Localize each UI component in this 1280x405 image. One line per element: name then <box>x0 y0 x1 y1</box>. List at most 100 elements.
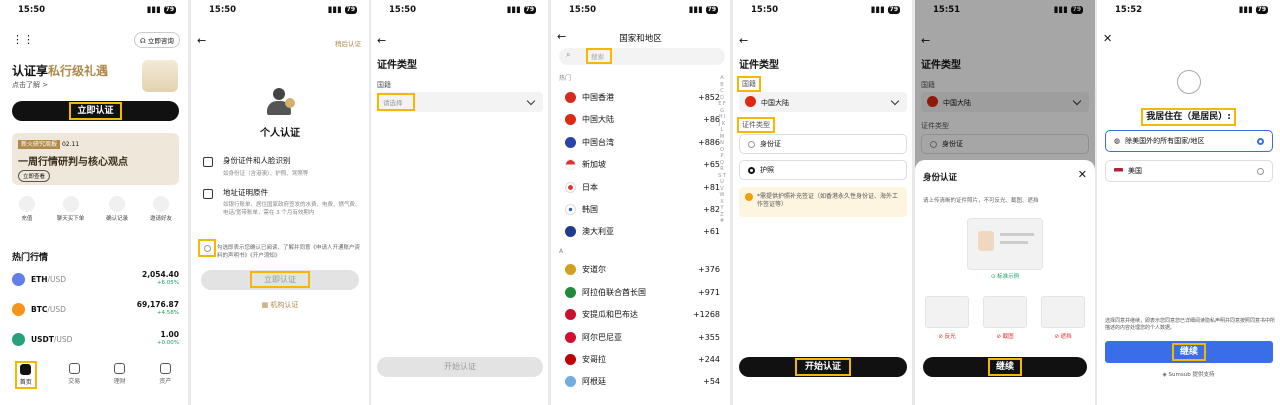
badge-icon <box>285 98 295 108</box>
id-verify-sheet: 身份认证 ✕ 请上传清晰的证件照片，不可反光、截图、遮挡 ⊙ 标准示例 ⊘ 反光… <box>915 160 1095 405</box>
close-icon[interactable]: ✕ <box>1103 32 1112 45</box>
nav-trade[interactable]: 交易 <box>68 363 80 387</box>
back-arrow-icon[interactable]: ← <box>377 34 386 47</box>
card-icon <box>62 196 79 212</box>
grid-menu-icon[interactable]: ⋮⋮ <box>12 33 34 46</box>
status-bar: 15:50 ▮▮▮ 79 <box>569 5 718 15</box>
residency-question: 我居住在（是居民）: <box>1097 104 1280 126</box>
home-icon <box>20 364 32 375</box>
option-non-us[interactable]: ◍ 除美国外的所有国家/地区 <box>1105 130 1273 152</box>
sumsub-logo-icon: ◈ <box>1162 372 1167 378</box>
country-row[interactable]: 安哥拉 +244 <box>565 354 720 365</box>
start-verify-button[interactable]: 开始认证 <box>739 357 907 377</box>
country-row[interactable]: 阿尔巴尼亚 +355 <box>565 332 720 343</box>
close-icon[interactable]: ✕ <box>1078 168 1087 181</box>
country-row[interactable]: 阿根廷 +54 <box>565 376 720 387</box>
signal-icon: ▮▮▮ <box>327 5 342 15</box>
alphabet-index[interactable]: A B C D E F G H I J K L M N O P Q R S T … <box>718 75 726 225</box>
panel-id-upload: 15:51 ▮▮▮ 79 ← 证件类型 国籍 中国大陆 证件类型 身份证 身份认证 … <box>915 0 1095 405</box>
country-row[interactable]: 安提瓜和巴布达 +1268 <box>565 309 720 320</box>
verify-now-button[interactable]: 立即认证 <box>12 101 179 121</box>
verify-now-button[interactable]: 立即认证 <box>201 270 359 290</box>
flag-icon <box>565 159 576 170</box>
nav-home[interactable]: 首页 <box>14 361 37 389</box>
shortcut-invite[interactable]: 邀请好友 <box>150 196 172 222</box>
info-icon <box>745 193 753 201</box>
flag-icon <box>565 376 576 387</box>
battery-icon: 79 <box>705 6 718 14</box>
flag-icon <box>565 226 576 237</box>
panel-personal-verify: 15:50 ▮▮▮ 79 ← 稍后认证 个人认证 身份证件和人脸识别 如身份证（含港… <box>191 0 369 405</box>
skip-link[interactable]: 稍后认证 <box>335 38 361 48</box>
option-id-card[interactable]: 身份证 <box>739 134 907 154</box>
country-row[interactable]: 中国台湾 +886 <box>565 137 720 148</box>
flag-icon <box>565 354 576 365</box>
status-bar: 15:50 ▮▮▮ 79 <box>18 5 176 15</box>
flag-icon <box>565 264 576 275</box>
powered-by: ◈ Sumsub 提供支持 <box>1162 372 1215 378</box>
globe-small-icon: ◍ <box>1114 137 1121 145</box>
learn-more-link[interactable]: 点击了解 > <box>12 80 48 90</box>
market-row[interactable]: USDT/USD 1.00 +0.00% <box>12 330 179 350</box>
shortcut-records[interactable]: 确认记录 <box>106 196 128 222</box>
panel-home: 15:50 ▮▮▮ 79 ⋮⋮ ☊ 立即咨询 认证享私行级礼遇 点击了解 > 立即认… <box>0 0 188 405</box>
shortcut-row: 充值 聊天买下单 确认记录 邀请好友 <box>8 196 183 222</box>
search-icon: ⌕ <box>566 50 571 59</box>
page-title: 证件类型 <box>739 60 779 71</box>
chevron-down-icon <box>526 96 536 106</box>
start-verify-button[interactable]: 开始认证 <box>377 357 543 377</box>
user-avatar-icon <box>265 88 295 116</box>
nav-finance[interactable]: 理财 <box>114 363 126 387</box>
country-row[interactable]: 日本 +81 <box>565 182 720 193</box>
panel-doc-type: 15:50 ▮▮▮ 79 ← 证件类型 国籍 请选择 开始认证 <box>371 0 548 405</box>
back-arrow-icon[interactable]: ← <box>739 34 748 47</box>
option-passport[interactable]: 护照 <box>739 160 907 180</box>
country-row[interactable]: 安道尔 +376 <box>565 264 720 275</box>
country-row[interactable]: 澳大利亚 +61 <box>565 226 720 237</box>
country-row[interactable]: 中国大陆 +86 <box>565 114 720 125</box>
shortcut-deposit[interactable]: 充值 <box>18 196 35 222</box>
country-row[interactable]: 新加坡 +65 <box>565 159 720 170</box>
sample-id-image <box>967 218 1043 270</box>
search-input[interactable]: ⌕ 搜索 <box>559 48 725 65</box>
page-title: 国家和地区 <box>619 34 662 44</box>
signal-icon: ▮▮▮ <box>1238 5 1253 15</box>
agreement-text: 勾选即表示您确认已阅读、了解并同意《申请人开通账户资料的声明书》《开户须知》 <box>217 245 361 259</box>
country-row[interactable]: 韩国 +82 <box>565 204 720 215</box>
country-select[interactable]: 请选择 <box>377 92 543 112</box>
country-label: 国籍 <box>377 81 391 89</box>
back-arrow-icon[interactable]: ← <box>197 34 206 47</box>
requirement-address: 地址证明原件 如银行账单、居住国家政府签发的水费、电费、燃气费、电话/宽带账单，… <box>203 187 363 217</box>
market-row[interactable]: ETH/USD 2,054.40 +6.05% <box>12 270 179 290</box>
country-row[interactable]: 中国香港 +852 <box>565 92 720 103</box>
nav-assets[interactable]: 资产 <box>159 363 171 387</box>
requirement-id: 身份证件和人脸识别 如身份证（含港澳）、护照、驾照等 <box>203 155 363 177</box>
flag-icon <box>565 309 576 320</box>
org-verify-link[interactable]: ▦ 机构认证 <box>191 300 369 310</box>
signal-icon: ▮▮▮ <box>146 5 161 15</box>
signal-icon: ▮▮▮ <box>506 5 521 15</box>
agreement-checkbox[interactable] <box>198 239 216 257</box>
country-select[interactable]: 中国大陆 <box>739 92 907 112</box>
battery-icon: 79 <box>344 6 357 14</box>
shortcut-chat-order[interactable]: 聊天买下单 <box>57 196 84 222</box>
building-icon: ▦ <box>261 301 269 309</box>
flag-icon <box>565 332 576 343</box>
market-row[interactable]: BTC/USD 69,176.87 +4.58% <box>12 300 179 320</box>
consult-button[interactable]: ☊ 立即咨询 <box>134 32 180 48</box>
sheet-title: 身份认证 <box>923 173 958 183</box>
option-us[interactable]: 美国 <box>1105 160 1273 182</box>
hot-label: 热门 <box>559 75 572 82</box>
research-banner[interactable]: 新火研究周报 02.11 一周行情研判与核心观点 立即查看 <box>12 133 179 185</box>
banner-view-button[interactable]: 立即查看 <box>18 170 51 182</box>
continue-button[interactable]: 继续 <box>923 357 1087 377</box>
panel-residency: 15:52 ▮▮▮ 79 ✕ 我居住在（是居民）: ◍ 除美国外的所有国家/地区 美国… <box>1097 0 1280 405</box>
continue-button[interactable]: 继续 <box>1105 341 1273 363</box>
cropped-example-image <box>983 296 1027 328</box>
country-row[interactable]: 阿拉伯联合酋长国 +971 <box>565 287 720 298</box>
gift-illustration <box>142 60 178 92</box>
terms-text: 选择同意并继续，即表示您同意您已详细阅读隐私声明并同意按照同意书中所描述的内容处… <box>1105 318 1276 331</box>
usdt-coin-icon <box>12 333 25 346</box>
signal-icon: ▮▮▮ <box>870 5 885 15</box>
document-icon <box>203 189 213 199</box>
